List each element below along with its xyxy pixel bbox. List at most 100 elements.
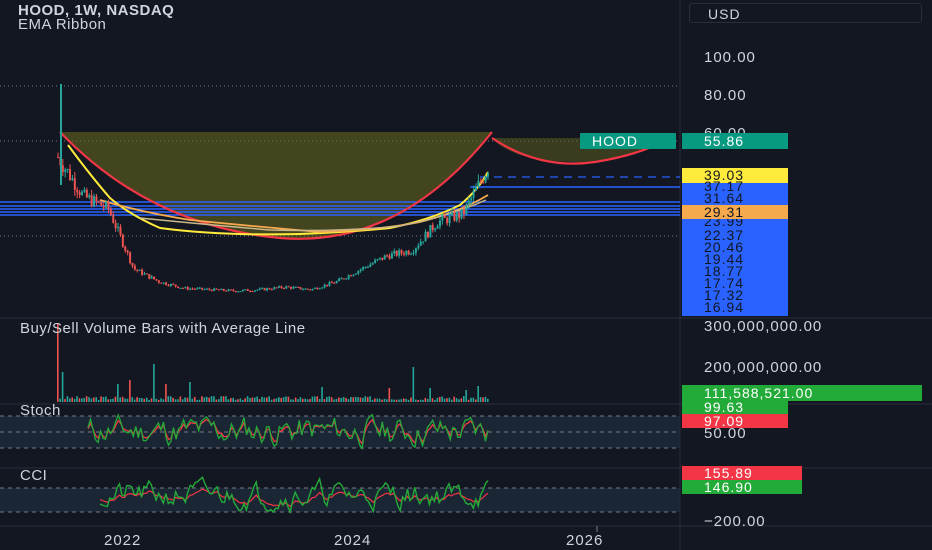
candle-body <box>126 250 129 253</box>
candle-body <box>220 288 223 290</box>
candle-body <box>386 255 389 257</box>
volume-bar <box>386 399 388 402</box>
candle-body <box>309 289 312 291</box>
candle-body <box>165 282 168 285</box>
candle-body <box>357 270 360 274</box>
stoch-tick-50: 50.00 <box>704 425 747 442</box>
candle-body <box>225 290 228 292</box>
volume-bar <box>306 399 309 402</box>
currency-button[interactable]: USD <box>689 3 922 23</box>
volume-bar <box>364 396 367 402</box>
volume-bar <box>347 399 350 402</box>
indicator-title[interactable]: EMA Ribbon <box>18 16 106 33</box>
volume-bar <box>208 397 210 402</box>
candle-body <box>145 273 148 275</box>
volume-bar <box>95 397 98 402</box>
candle-body <box>405 251 408 255</box>
volume-bar <box>316 396 319 402</box>
candle-body <box>179 287 182 289</box>
candle-body <box>306 288 309 290</box>
volume-bar <box>426 398 429 402</box>
candle-body <box>453 212 456 221</box>
volume-bar <box>148 399 150 402</box>
volume-bar <box>477 386 479 402</box>
volume-bar <box>61 372 64 402</box>
candle-body <box>136 269 139 271</box>
volume-bar <box>114 396 117 402</box>
candle-body <box>311 288 314 291</box>
volume-bar <box>145 397 148 402</box>
time-label-2026: 2026 <box>566 532 603 549</box>
candle-body <box>280 286 283 288</box>
volume-bar <box>487 398 489 402</box>
volume-bar <box>369 396 371 402</box>
candle-body <box>124 246 127 251</box>
candle-body <box>407 251 410 255</box>
volume-bar <box>78 398 81 402</box>
candle-body <box>196 288 199 290</box>
candle-body <box>359 269 362 271</box>
volume-bar <box>174 399 177 402</box>
candle-body <box>410 253 413 255</box>
volume-bar <box>287 396 290 402</box>
candle-body <box>398 250 401 256</box>
volume-bar <box>258 399 261 402</box>
volume-bar <box>400 399 403 402</box>
candle-body <box>232 289 235 292</box>
candle-body <box>117 226 120 229</box>
volume-bar <box>141 397 143 402</box>
candle-body <box>71 178 74 180</box>
candle-body <box>234 291 237 293</box>
candle-body <box>290 286 293 289</box>
candle-body <box>213 288 216 291</box>
volume-bar <box>205 396 208 402</box>
volume-bar <box>357 397 359 402</box>
candle-body <box>177 286 180 288</box>
candle-body <box>107 201 110 209</box>
volume-bar <box>241 399 244 402</box>
candle-body <box>330 282 333 284</box>
candle-body <box>304 288 307 290</box>
candle-body <box>268 288 271 290</box>
candle-body <box>292 287 295 289</box>
candle-body <box>335 281 338 284</box>
candle-body <box>167 284 170 286</box>
volume-bar <box>273 398 275 402</box>
volume-bar <box>314 396 316 402</box>
volume-bar <box>90 398 93 402</box>
candle-body <box>354 273 357 275</box>
candle-body <box>479 181 482 183</box>
candle-body <box>133 265 136 270</box>
volume-bar <box>198 399 201 402</box>
volume-bar <box>412 367 415 402</box>
candle-body <box>157 280 160 283</box>
volume-bar <box>150 398 153 402</box>
price-tick-80: 80.00 <box>704 87 747 104</box>
volume-bar <box>318 399 321 402</box>
candle-body <box>105 201 108 208</box>
volume-bar <box>443 398 446 402</box>
volume-bar <box>448 397 451 402</box>
candle-body <box>205 288 208 290</box>
volume-bar <box>330 397 333 402</box>
candle-body <box>383 255 386 260</box>
candle-body <box>467 200 470 205</box>
candle-body <box>241 289 244 292</box>
volume-bar <box>107 399 110 402</box>
volume-bar <box>270 399 273 402</box>
candle-body <box>426 231 429 238</box>
volume-bar <box>479 397 482 402</box>
volume-bar <box>460 398 463 402</box>
hood-price-text: 55.86 <box>704 133 744 149</box>
volume-bar <box>215 399 218 402</box>
volume-bar <box>167 396 170 402</box>
candle-body <box>465 204 468 215</box>
volume-bar <box>441 396 443 402</box>
candle-body <box>369 264 372 267</box>
candle-body <box>210 289 213 291</box>
candle-body <box>172 284 175 286</box>
volume-bar <box>278 397 280 402</box>
volume-bar <box>458 399 460 402</box>
candle-body <box>402 253 405 255</box>
volume-bar <box>222 396 225 402</box>
